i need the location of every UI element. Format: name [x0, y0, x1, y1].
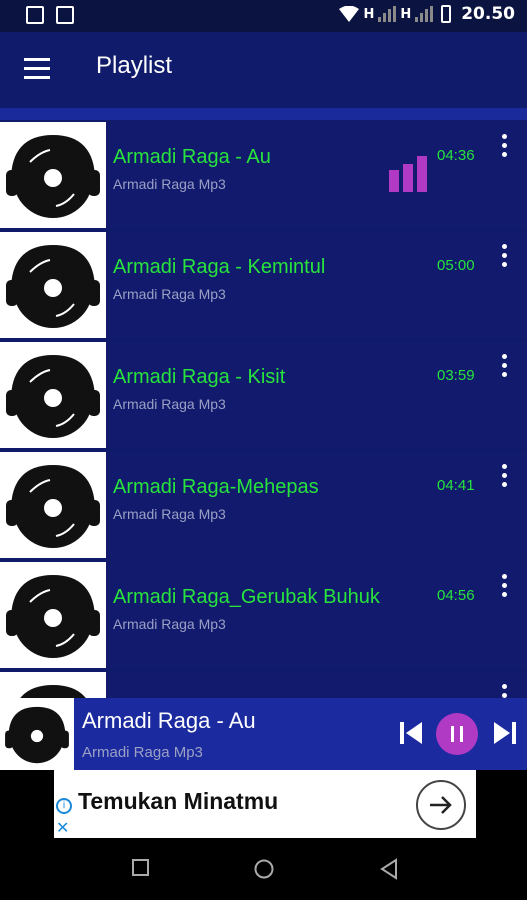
more-options-icon[interactable]: [497, 464, 511, 488]
playlist-item[interactable]: Armadi Raga-Mehepas Armadi Raga Mp3 04:4…: [0, 452, 527, 558]
more-options-icon[interactable]: [497, 244, 511, 268]
playlist-item[interactable]: Armadi Raga - Kemintul Armadi Raga Mp3 0…: [0, 232, 527, 338]
signal-icon-2: [415, 6, 434, 22]
ad-banner[interactable]: i ✕ Temukan Minatmu: [0, 770, 527, 838]
pause-icon[interactable]: [436, 713, 478, 755]
header-divider: [0, 108, 527, 120]
album-art-headphone-vinyl-icon: [0, 562, 106, 668]
ad-close-icon[interactable]: ✕: [56, 818, 69, 837]
album-art-headphone-vinyl-icon: [0, 232, 106, 338]
song-artist: Armadi Raga Mp3: [113, 286, 226, 302]
clock: 20.50: [461, 4, 515, 24]
song-artist: Armadi Raga Mp3: [113, 616, 226, 632]
hamburger-menu-icon[interactable]: [24, 58, 50, 80]
ad-arrow-icon[interactable]: [416, 780, 466, 830]
now-playing-title: Armadi Raga - Au: [82, 708, 256, 733]
song-duration: 04:56: [437, 587, 475, 604]
now-playing-album-art-icon: [0, 698, 74, 770]
more-options-icon[interactable]: [497, 574, 511, 598]
playlist[interactable]: Armadi Raga - Au Armadi Raga Mp3 04:36 A…: [0, 120, 527, 698]
song-duration: 04:36: [437, 147, 475, 164]
song-duration: 05:00: [437, 257, 475, 274]
battery-icon: [441, 5, 452, 23]
playlist-item[interactable]: Armadi Raga - Au Armadi Raga Mp3 04:36: [0, 122, 527, 228]
song-title: Armadi Raga - Au: [113, 146, 271, 168]
now-playing-artist: Armadi Raga Mp3: [82, 744, 203, 761]
next-track-icon[interactable]: [492, 720, 518, 746]
playlist-item[interactable]: Armadi Raga - Kisit Armadi Raga Mp3 03:5…: [0, 342, 527, 448]
album-art-headphone-vinyl-icon: [0, 122, 106, 228]
image-icon: [56, 6, 74, 24]
equalizer-playing-icon: [389, 156, 427, 192]
recent-apps-icon[interactable]: [131, 858, 151, 878]
playlist-item[interactable]: Armadi Raga_Gerubak Buhuk Armadi Raga Mp…: [0, 562, 527, 668]
back-icon[interactable]: [379, 858, 399, 880]
song-artist: Armadi Raga Mp3: [113, 176, 226, 192]
previous-track-icon[interactable]: [398, 720, 424, 746]
ad-text[interactable]: Temukan Minatmu: [78, 788, 278, 815]
more-options-icon[interactable]: [497, 354, 511, 378]
status-bar: H H 20.50: [0, 0, 527, 32]
song-title: Armadi Raga_Gerubak Buhuk: [113, 586, 380, 608]
playlist-item-partial[interactable]: [0, 672, 527, 698]
album-art-headphone-vinyl-icon: [0, 452, 106, 558]
song-title: Armadi Raga - Kisit: [113, 366, 286, 388]
ad-info-icon[interactable]: i: [56, 798, 72, 814]
page-title: Playlist: [96, 52, 173, 79]
song-duration: 04:41: [437, 477, 475, 494]
system-nav-bar: [0, 838, 527, 900]
song-title: Armadi Raga - Kemintul: [113, 256, 326, 278]
now-playing-bar[interactable]: Armadi Raga - Au Armadi Raga Mp3: [0, 698, 527, 770]
home-icon[interactable]: [253, 858, 275, 880]
network-type-1: H: [363, 6, 375, 22]
more-options-icon[interactable]: [497, 134, 511, 158]
song-artist: Armadi Raga Mp3: [113, 396, 226, 412]
song-duration: 03:59: [437, 367, 475, 384]
wifi-icon: [339, 6, 360, 22]
song-title: Armadi Raga-Mehepas: [113, 476, 319, 498]
app-bar: Playlist: [0, 32, 527, 108]
signal-icon: [378, 6, 397, 22]
network-type-2: H: [400, 6, 412, 22]
flag-icon: [26, 6, 44, 24]
song-artist: Armadi Raga Mp3: [113, 506, 226, 522]
album-art-headphone-vinyl-icon: [0, 672, 106, 698]
more-options-icon[interactable]: [497, 684, 511, 698]
album-art-headphone-vinyl-icon: [0, 342, 106, 448]
